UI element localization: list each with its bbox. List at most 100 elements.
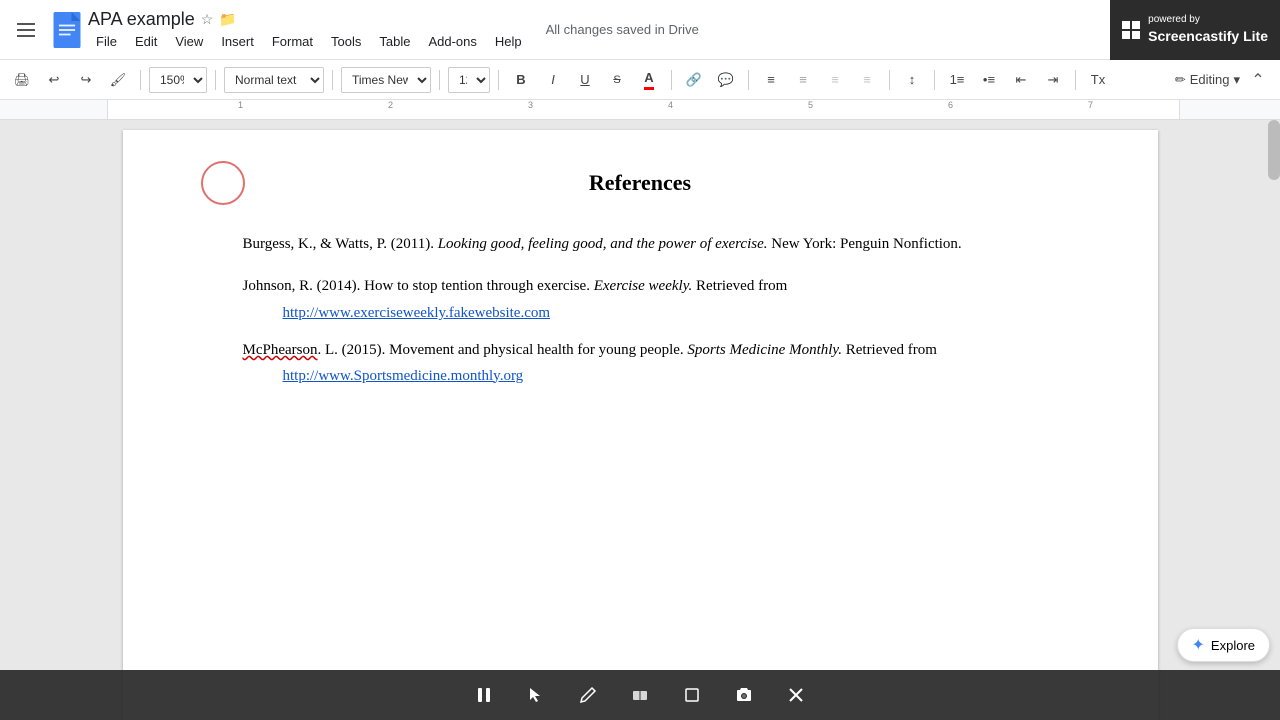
menu-table[interactable]: Table xyxy=(371,32,418,51)
ref3-link[interactable]: http://www.Sportsmedicine.monthly.org xyxy=(283,368,524,384)
line-spacing-button[interactable]: ↕ xyxy=(898,66,926,94)
bold-button[interactable]: B xyxy=(507,66,535,94)
ruler-mark-2: 2 xyxy=(388,100,393,110)
ref2-italic: Exercise weekly. xyxy=(594,278,693,294)
editing-mode-label: Editing xyxy=(1190,72,1230,87)
references-heading[interactable]: References xyxy=(243,170,1038,196)
reference-entry-2[interactable]: Johnson, R. (2014). How to stop tention … xyxy=(243,274,1038,300)
menu-addons[interactable]: Add-ons xyxy=(420,32,484,51)
editing-mode-dropdown[interactable]: ✏ Editing ▾ xyxy=(1175,72,1240,88)
font-size-select[interactable]: 12 10 14 xyxy=(448,67,490,93)
reference-entry-3[interactable]: McPhearson. L. (2015). Movement and phys… xyxy=(243,338,1038,389)
separator-10 xyxy=(1075,70,1076,90)
ref2-plain-end: Retrieved from xyxy=(692,278,787,294)
increase-indent-button[interactable]: ⇥ xyxy=(1039,66,1067,94)
folder-icon[interactable]: 📁 xyxy=(219,11,236,28)
separator-9 xyxy=(934,70,935,90)
font-select[interactable]: Times New... Arial xyxy=(341,67,431,93)
ref3-italic: Sports Medicine Monthly. xyxy=(687,342,842,358)
close-recording-button[interactable] xyxy=(778,677,814,713)
strikethrough-button[interactable]: S xyxy=(603,66,631,94)
pause-button[interactable] xyxy=(466,677,502,713)
style-select[interactable]: Normal text Heading 1 Heading 2 xyxy=(224,67,324,93)
separator-6 xyxy=(671,70,672,90)
bulleted-list-button[interactable]: •≡ xyxy=(975,66,1003,94)
menu-view[interactable]: View xyxy=(167,32,211,51)
separator-4 xyxy=(439,70,440,90)
doc-page: References Burgess, K., & Watts, P. (201… xyxy=(123,130,1158,720)
pen-button[interactable] xyxy=(570,677,606,713)
top-bar: APA example ☆ 📁 File Edit View Insert Fo… xyxy=(0,0,1280,60)
explore-icon: ✦ xyxy=(1192,635,1205,655)
separator-2 xyxy=(215,70,216,90)
editing-mode-chevron: ▾ xyxy=(1233,72,1240,88)
ref2-link[interactable]: http://www.exerciseweekly.fakewebsite.co… xyxy=(283,305,551,321)
eraser-button[interactable] xyxy=(622,677,658,713)
doc-title-area: APA example ☆ 📁 File Edit View Insert Fo… xyxy=(88,9,530,51)
main-area: References Burgess, K., & Watts, P. (201… xyxy=(0,120,1280,720)
menu-help[interactable]: Help xyxy=(487,32,530,51)
text-color-button[interactable]: A xyxy=(635,66,663,94)
reference-entry-1[interactable]: Burgess, K., & Watts, P. (2011). Looking… xyxy=(243,232,1038,258)
separator-7 xyxy=(748,70,749,90)
zoom-select[interactable]: 150% 100% 75% xyxy=(149,67,207,93)
menu-file[interactable]: File xyxy=(88,32,125,51)
underline-button[interactable]: U xyxy=(571,66,599,94)
ruler-mark-4: 4 xyxy=(668,100,673,110)
menu-format[interactable]: Format xyxy=(264,32,321,51)
paint-format-button[interactable]: 🖌 xyxy=(104,66,132,94)
justify-button[interactable]: ≡ xyxy=(853,66,881,94)
separator-8 xyxy=(889,70,890,90)
doc-icon xyxy=(52,12,82,48)
cursor-button[interactable] xyxy=(518,677,554,713)
screencastify-grid-icon xyxy=(1122,21,1140,39)
scrollbar-thumb[interactable] xyxy=(1268,120,1280,180)
menu-bar: File Edit View Insert Format Tools Table… xyxy=(88,32,530,51)
ref1-plain-end: New York: Penguin Nonfiction. xyxy=(768,236,962,252)
reference-entry-2-link-line: http://www.exerciseweekly.fakewebsite.co… xyxy=(243,305,1038,322)
recording-toolbar xyxy=(0,670,1280,720)
menu-edit[interactable]: Edit xyxy=(127,32,165,51)
ref3-plain-1: . L. (2015). Movement and physical healt… xyxy=(318,342,688,358)
ruler-mark-6: 6 xyxy=(948,100,953,110)
vertical-scrollbar[interactable] xyxy=(1268,120,1280,720)
star-icon[interactable]: ☆ xyxy=(201,11,214,28)
ruler-mark-5: 5 xyxy=(808,100,813,110)
ruler-content: 1 2 3 4 5 6 7 xyxy=(107,100,1180,119)
hamburger-menu-icon[interactable] xyxy=(8,12,44,48)
screencastify-text: powered by Screencastify Lite xyxy=(1148,13,1268,47)
separator-3 xyxy=(332,70,333,90)
explore-button[interactable]: ✦ Explore xyxy=(1177,628,1270,662)
separator-1 xyxy=(140,70,141,90)
undo-button[interactable]: ↩ xyxy=(40,66,68,94)
align-center-button[interactable]: ≡ xyxy=(789,66,817,94)
ruler-mark-1: 1 xyxy=(238,100,243,110)
comment-button[interactable]: 💬 xyxy=(712,66,740,94)
ruler: 1 2 3 4 5 6 7 xyxy=(0,100,1280,120)
italic-button[interactable]: I xyxy=(539,66,567,94)
doc-title[interactable]: APA example xyxy=(88,9,195,30)
ruler-mark-3: 3 xyxy=(528,100,533,110)
save-status: All changes saved in Drive xyxy=(546,22,699,37)
decrease-indent-button[interactable]: ⇤ xyxy=(1007,66,1035,94)
ruler-mark-7: 7 xyxy=(1088,100,1093,110)
align-right-button[interactable]: ≡ xyxy=(821,66,849,94)
ref1-plain-start: Burgess, K., & Watts, P. (2011). xyxy=(243,236,438,252)
link-button[interactable]: 🔗 xyxy=(680,66,708,94)
shape-button[interactable] xyxy=(674,677,710,713)
ref2-plain-start: Johnson, R. (2014). How to stop tention … xyxy=(243,278,594,294)
redo-button[interactable]: ↪ xyxy=(72,66,100,94)
menu-tools[interactable]: Tools xyxy=(323,32,369,51)
collapse-toolbar-button[interactable]: ⌃ xyxy=(1244,66,1272,94)
numbered-list-button[interactable]: 1≡ xyxy=(943,66,971,94)
camera-button[interactable] xyxy=(726,677,762,713)
explore-label: Explore xyxy=(1211,638,1255,653)
clear-formatting-button[interactable]: Tx xyxy=(1084,66,1112,94)
toolbar: 🖨 ↩ ↪ 🖌 150% 100% 75% Normal text Headin… xyxy=(0,60,1280,100)
click-circle-indicator xyxy=(201,161,245,205)
menu-insert[interactable]: Insert xyxy=(213,32,262,51)
align-left-button[interactable]: ≡ xyxy=(757,66,785,94)
ref3-squiggly-name: McPhearson xyxy=(243,342,318,358)
ref3-plain-2: Retrieved from xyxy=(842,342,937,358)
print-button[interactable]: 🖨 xyxy=(8,66,36,94)
